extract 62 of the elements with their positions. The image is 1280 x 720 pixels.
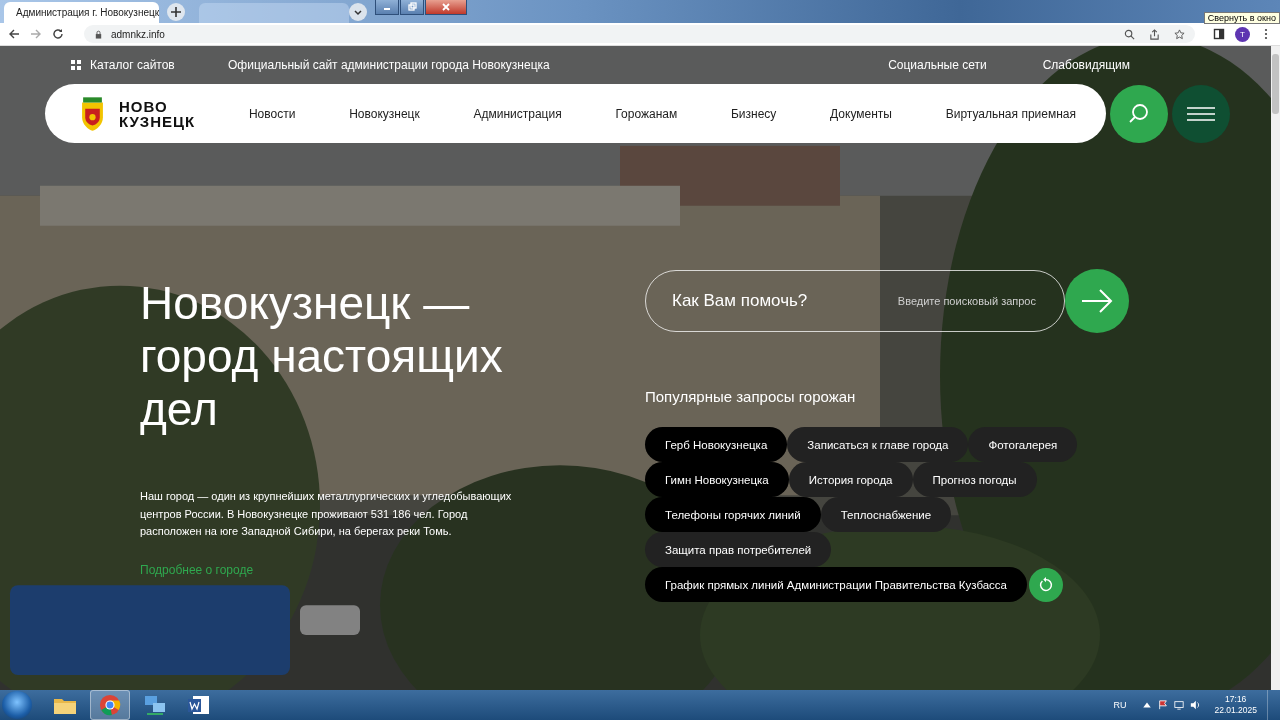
new-tab-button[interactable] xyxy=(167,3,185,21)
more-link[interactable]: Подробнее о городе xyxy=(140,562,254,577)
monitor-icon[interactable] xyxy=(1174,700,1185,710)
search-icon[interactable] xyxy=(1124,28,1135,40)
tag-button[interactable]: История города xyxy=(788,462,913,497)
tag-button[interactable]: График прямых линий Администрации Правительства Кузбасса xyxy=(645,567,1027,602)
tag-button[interactable]: Герб Новокузнецка xyxy=(645,427,788,462)
nav-link[interactable]: Администрация xyxy=(473,106,562,121)
browser-icon[interactable] xyxy=(90,690,130,720)
nav-link[interactable]: Горожанам xyxy=(615,106,678,121)
minimize-button[interactable] xyxy=(375,0,399,15)
caret-icon xyxy=(353,7,363,17)
section-title: Популярные запросы горожан xyxy=(645,388,857,405)
tag-button[interactable]: Прогноз погоды xyxy=(912,462,1037,497)
tag-button[interactable]: Защита прав потребителей xyxy=(645,532,832,567)
start-button[interactable] xyxy=(2,691,32,719)
site-title: Официальный сайт администрации города Новокузнецка xyxy=(228,58,550,72)
nav-link[interactable]: Новости xyxy=(248,106,296,121)
plus-icon xyxy=(170,6,182,18)
top-link[interactable]: Слабовидящим xyxy=(1042,58,1130,72)
site-catalog-link[interactable]: Каталог сайтов xyxy=(71,58,228,72)
tab-search-button[interactable] xyxy=(349,3,367,21)
caret-icon[interactable] xyxy=(1142,700,1153,710)
tooltip: Свернуть в окно xyxy=(1203,12,1280,24)
nav-link[interactable]: Бизнесу xyxy=(731,106,777,121)
back-icon[interactable] xyxy=(8,28,20,40)
arrow-icon xyxy=(1081,289,1113,313)
logo-text: КУЗНЕЦК xyxy=(119,113,196,129)
reload-icon[interactable] xyxy=(52,28,64,40)
browser-tab[interactable]: Администрация г. Новокузнецк xyxy=(4,2,159,23)
grid-icon xyxy=(71,60,81,70)
close-icon xyxy=(441,2,451,12)
hero-text: Наш город — один из крупнейших металлургических и угледобывающих центров России. В Новокузнецке проживают 531 186 чел. Город расположен на юге Западной Сибири, на берегах реки Томь. xyxy=(140,489,513,539)
language-indicator[interactable]: RU xyxy=(1113,700,1127,710)
menu-icon xyxy=(1187,106,1215,121)
top-link[interactable]: Социальные сети xyxy=(888,58,987,72)
scrollbar[interactable] xyxy=(1272,54,1279,114)
tag-button[interactable]: Теплоснабжение xyxy=(820,497,952,532)
lock-icon xyxy=(94,29,103,39)
tag-button[interactable]: Гимн Новокузнецка xyxy=(645,462,789,497)
profile-avatar[interactable]: T xyxy=(1235,26,1250,42)
side-panel-icon[interactable] xyxy=(1213,28,1225,40)
speaker-icon[interactable] xyxy=(1190,700,1201,710)
close-button[interactable] xyxy=(425,0,467,15)
star-icon[interactable] xyxy=(1174,28,1185,40)
share-icon[interactable] xyxy=(1149,28,1160,40)
tag-button[interactable]: Записаться к главе города xyxy=(787,427,969,462)
restore-icon xyxy=(407,2,417,12)
logo-text: НОВО xyxy=(119,98,169,114)
clock[interactable]: 17:16 22.01.2025 xyxy=(1214,694,1257,716)
hero-heading: Новокузнецк — город настоящих дел xyxy=(140,277,504,436)
nav-link[interactable]: Документы xyxy=(830,106,892,121)
restore-button[interactable] xyxy=(400,0,424,15)
refresh-icon xyxy=(1037,575,1055,594)
nav-link[interactable]: Новокузнецк xyxy=(349,106,420,121)
search-label: Как Вам помочь? xyxy=(672,291,808,311)
nav-link[interactable]: Виртуальная приемная xyxy=(945,106,1076,121)
search-field[interactable]: Введите поисковый запрос xyxy=(827,294,1038,308)
tag-button[interactable]: Фотогалерея xyxy=(968,427,1078,462)
address-field[interactable]: admnkz.info xyxy=(84,25,1195,43)
flag-icon[interactable] xyxy=(1158,700,1169,710)
tag-button[interactable]: Телефоны горячих линий xyxy=(645,497,821,532)
